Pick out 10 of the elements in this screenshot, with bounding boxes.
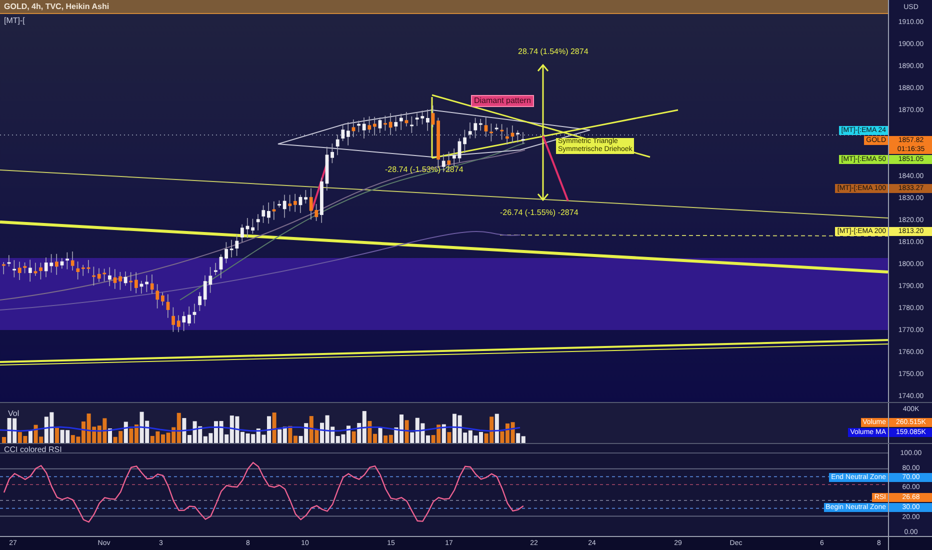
pane-title: Vol — [8, 409, 20, 419]
measure-label: -26.74 (-1.55%) -2874 — [500, 208, 578, 218]
pattern-tag: Diamant pattern — [471, 95, 534, 107]
measure-label: 28.74 (1.54%) 2874 — [518, 47, 588, 57]
pane-title: CCI colored RSI — [4, 445, 62, 455]
chart-title: GOLD, 4h, TVC, Heikin Ashi — [4, 2, 110, 12]
projection-line — [311, 160, 329, 210]
measure-label: -28.74 (-1.53%) -2874 — [385, 165, 464, 175]
indicator-label: [MT]-[ — [4, 16, 25, 26]
measure-line — [431, 97, 433, 158]
